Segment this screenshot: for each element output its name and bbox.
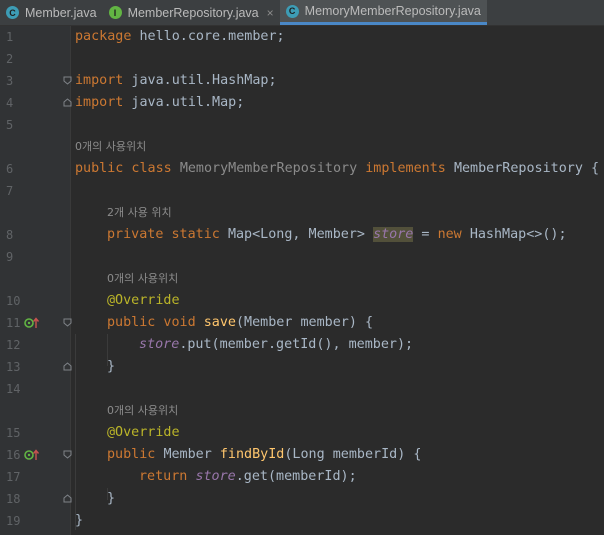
code-text: @Override [107, 293, 180, 308]
line-number: 1 [6, 30, 14, 44]
code-text: } [75, 513, 84, 528]
usage-hint[interactable]: 0개의 사용위치 [107, 400, 178, 422]
code-line: 3 import java.util.HashMap; [0, 70, 604, 92]
code-text: return store.get(memberId); [139, 469, 357, 484]
code-text: } [107, 359, 116, 374]
code-editor[interactable]: 1 package hello.core.member; 2 3 import … [0, 26, 604, 535]
close-tab-icon[interactable]: × [267, 7, 274, 19]
usage-hint[interactable]: 2개 사용 위치 [107, 202, 172, 224]
line-number: 19 [6, 514, 21, 528]
code-line: 15 @Override [0, 422, 604, 444]
line-number: 11 [6, 316, 21, 330]
code-text: private static Map<Long, Member> store =… [107, 227, 567, 242]
line-number: 14 [6, 382, 21, 396]
code-text: public class MemoryMemberRepository impl… [75, 161, 600, 176]
code-line: 11 public void save(Member member) { [0, 312, 604, 334]
line-number: 16 [6, 448, 21, 462]
code-text: import java.util.Map; [75, 95, 245, 110]
usage-hint[interactable]: 0개의 사용위치 [75, 136, 146, 158]
code-line: 14 [0, 378, 604, 400]
code-vision-hint: 0개의 사용위치 [0, 400, 604, 422]
fold-collapse-icon[interactable] [63, 318, 72, 327]
code-line: 9 [0, 246, 604, 268]
fold-end-icon[interactable] [63, 98, 72, 107]
editor-tab-bar: C Member.java I MemberRepository.java × … [0, 0, 604, 26]
code-line: 19 } [0, 510, 604, 532]
code-line: 10 @Override [0, 290, 604, 312]
line-number: 17 [6, 470, 21, 484]
line-number: 2 [6, 52, 14, 66]
fold-collapse-icon[interactable] [63, 450, 72, 459]
code-line: 12 store.put(member.getId(), member); [0, 334, 604, 356]
code-line: 7 [0, 180, 604, 202]
line-number: 7 [6, 184, 14, 198]
usage-hint[interactable]: 0개의 사용위치 [107, 268, 178, 290]
code-line: 17 return store.get(memberId); [0, 466, 604, 488]
java-class-icon: C [285, 4, 299, 18]
line-number: 9 [6, 250, 14, 264]
line-number: 4 [6, 96, 14, 110]
code-line: 2 [0, 48, 604, 70]
code-text: store.put(member.getId(), member); [139, 337, 414, 352]
tab-memory-member-repository-java[interactable]: C MemoryMemberRepository.java [279, 0, 487, 25]
line-number: 10 [6, 294, 21, 308]
line-number: 5 [6, 118, 14, 132]
line-number: 12 [6, 338, 21, 352]
highlighted-identifier: store [373, 227, 414, 242]
code-vision-hint: 0개의 사용위치 [0, 136, 604, 158]
code-line: 6 public class MemoryMemberRepository im… [0, 158, 604, 180]
tab-label: Member.java [25, 5, 97, 20]
code-line: 1 package hello.core.member; [0, 26, 604, 48]
tab-label: MemberRepository.java [127, 5, 259, 20]
tab-member-java[interactable]: C Member.java [0, 0, 103, 25]
line-number: 13 [6, 360, 21, 374]
code-line: 8 private static Map<Long, Member> store… [0, 224, 604, 246]
code-line: 16 public Member findById(Long memberId)… [0, 444, 604, 466]
line-number: 3 [6, 74, 14, 88]
fold-end-icon[interactable] [63, 362, 72, 371]
tab-label: MemoryMemberRepository.java [304, 4, 481, 18]
line-number: 18 [6, 492, 21, 506]
code-line: 5 [0, 114, 604, 136]
tab-member-repository-java[interactable]: I MemberRepository.java × [103, 0, 280, 25]
code-text: } [107, 491, 116, 506]
fold-end-icon[interactable] [63, 494, 72, 503]
code-vision-hint: 0개의 사용위치 [0, 268, 604, 290]
code-text: public void save(Member member) { [107, 315, 374, 330]
code-text: public Member findById(Long memberId) { [107, 447, 422, 462]
java-class-icon: C [6, 6, 19, 19]
code-text: package hello.core.member; [75, 29, 285, 44]
implements-method-icon[interactable] [24, 317, 42, 329]
line-number: 8 [6, 228, 14, 242]
implements-method-icon[interactable] [24, 449, 42, 461]
line-number: 6 [6, 162, 14, 176]
fold-collapse-icon[interactable] [63, 76, 72, 85]
code-text: @Override [107, 425, 180, 440]
code-line: 4 import java.util.Map; [0, 92, 604, 114]
code-text: import java.util.HashMap; [75, 73, 277, 88]
line-number: 15 [6, 426, 21, 440]
code-line: 18 } [0, 488, 604, 510]
java-interface-icon: I [108, 6, 122, 19]
code-vision-hint: 2개 사용 위치 [0, 202, 604, 224]
code-line: 13 } [0, 356, 604, 378]
